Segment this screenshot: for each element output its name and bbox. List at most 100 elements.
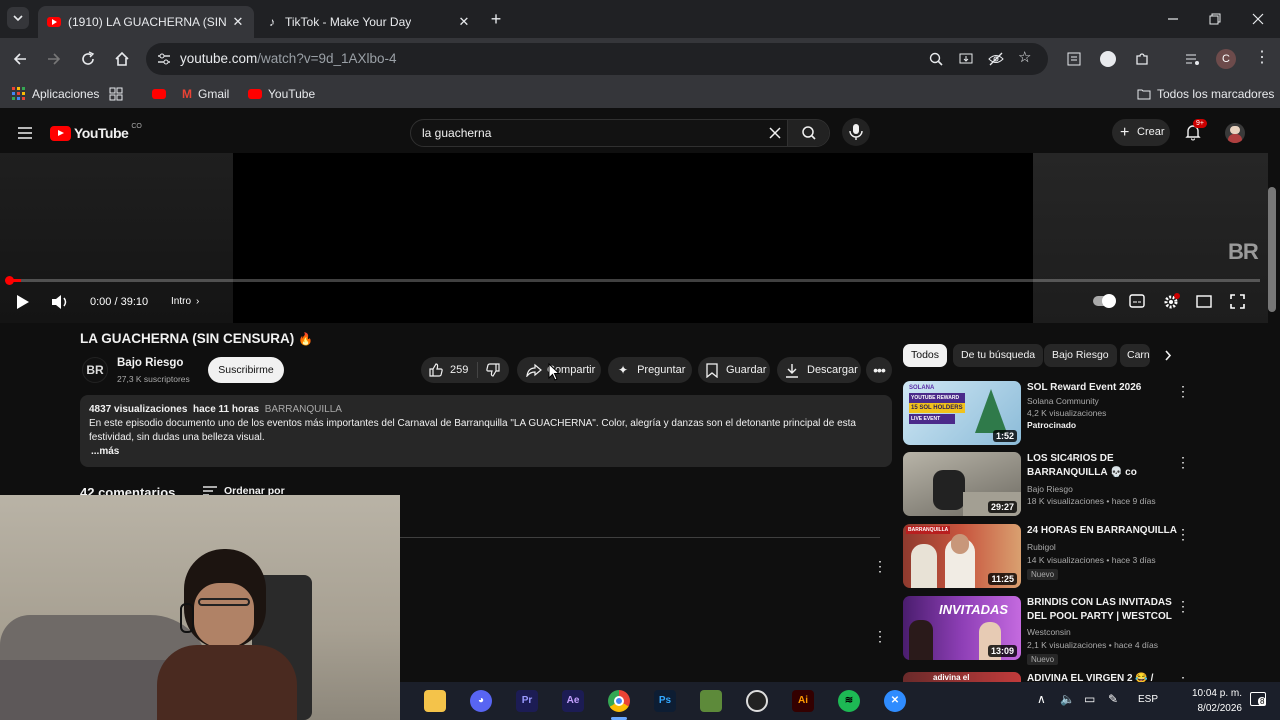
network-tray-icon[interactable]: ▭ bbox=[1084, 692, 1095, 706]
recommendation-item[interactable]: adivina el ADIVINA EL VIRGEN 2 😂 / ⋮ bbox=[903, 672, 1193, 682]
chip-carnaval[interactable]: Carn bbox=[1120, 344, 1150, 367]
tray-overflow-icon[interactable]: ∧ bbox=[1037, 692, 1046, 706]
video-thumbnail[interactable]: adivina el bbox=[903, 672, 1021, 682]
recommendation-channel[interactable]: Westconsin bbox=[1027, 626, 1071, 639]
recommendation-menu-icon[interactable]: ⋮ bbox=[1176, 526, 1190, 543]
recommendation-title[interactable]: LOS SIC4RIOS DE BARRANQUILLA 💀 co bbox=[1027, 452, 1177, 480]
subscribe-button[interactable]: Suscribirme bbox=[208, 357, 284, 383]
channel-name[interactable]: Bajo Riesgo bbox=[117, 357, 183, 369]
bookmark-star-icon[interactable]: ☆ bbox=[1018, 50, 1031, 66]
bookmark-all-folder[interactable]: Todos los marcadores bbox=[1137, 80, 1274, 108]
chip-from-search[interactable]: De tu búsqueda bbox=[953, 344, 1044, 367]
recommendation-title[interactable]: BRINDIS CON LAS INVITADAS DEL POOL PARTY… bbox=[1027, 596, 1177, 624]
address-bar[interactable]: youtube.com/watch?v=9d_1AXlbo-4 ☆ bbox=[146, 43, 1048, 75]
close-window-button[interactable] bbox=[1249, 10, 1267, 28]
tab-tiktok[interactable]: ♪ TikTok - Make Your Day ✕ bbox=[260, 6, 480, 38]
photoshop-icon[interactable]: Ps bbox=[654, 690, 676, 712]
tab-search-button[interactable] bbox=[7, 7, 29, 29]
pen-tray-icon[interactable]: ✎ bbox=[1108, 692, 1118, 706]
discord-icon[interactable]: ◕ bbox=[470, 690, 492, 712]
chapter-button[interactable]: Intro › bbox=[171, 296, 199, 307]
recommendation-item[interactable]: BARRANQUILLA 11:25 24 HORAS EN BARRANQUI… bbox=[903, 524, 1193, 588]
bookmark-gmail[interactable]: M Gmail bbox=[182, 80, 229, 108]
forward-button[interactable] bbox=[44, 49, 64, 69]
reload-button[interactable] bbox=[78, 49, 98, 69]
language-indicator[interactable]: ESP bbox=[1138, 694, 1158, 705]
video-thumbnail[interactable]: INVITADAS 13:09 bbox=[903, 596, 1021, 660]
progress-scrubber[interactable] bbox=[5, 276, 14, 285]
hamburger-menu-icon[interactable] bbox=[17, 126, 33, 140]
comment-menu-icon[interactable]: ⋮ bbox=[873, 558, 887, 575]
obs-icon[interactable] bbox=[746, 690, 768, 712]
fullscreen-icon[interactable] bbox=[1230, 294, 1245, 309]
illustrator-icon[interactable]: Ai bbox=[792, 690, 814, 712]
video-thumbnail[interactable]: 29:27 bbox=[903, 452, 1021, 516]
volume-button[interactable] bbox=[50, 293, 70, 311]
minimize-button[interactable] bbox=[1164, 10, 1182, 28]
new-tab-button[interactable]: + bbox=[486, 9, 506, 29]
extension-icon[interactable] bbox=[1100, 51, 1116, 67]
video-thumbnail[interactable]: SOLANA YOUTUBE REWARD 15 SOL HOLDERS LIV… bbox=[903, 381, 1021, 445]
reading-list-icon[interactable] bbox=[1066, 51, 1082, 67]
app-icon[interactable]: ✕ bbox=[884, 690, 906, 712]
channel-avatar[interactable]: BR bbox=[82, 357, 108, 383]
play-button[interactable] bbox=[15, 294, 31, 310]
show-more-link[interactable]: ...más bbox=[91, 445, 883, 459]
create-button[interactable]: + Crear bbox=[1112, 119, 1170, 146]
location-tag[interactable]: BARRANQUILLA bbox=[265, 404, 342, 415]
site-info-icon[interactable] bbox=[156, 52, 172, 66]
volume-tray-icon[interactable]: 🔈 bbox=[1060, 692, 1075, 706]
recommendation-item[interactable]: SOLANA YOUTUBE REWARD 15 SOL HOLDERS LIV… bbox=[903, 381, 1193, 445]
recommendation-menu-icon[interactable]: ⋮ bbox=[1176, 383, 1190, 400]
more-actions-button[interactable]: ••• bbox=[866, 357, 892, 383]
autoplay-toggle[interactable] bbox=[1093, 294, 1116, 308]
progress-bar[interactable] bbox=[5, 276, 1260, 285]
recommendation-item[interactable]: 29:27 LOS SIC4RIOS DE BARRANQUILLA 💀 co … bbox=[903, 452, 1193, 516]
bookmark-apps[interactable]: Aplicaciones bbox=[12, 80, 99, 108]
clock[interactable]: 10:04 p. m. 8/02/2026 bbox=[1172, 686, 1242, 716]
eye-off-icon[interactable] bbox=[988, 51, 1004, 67]
chips-next-button[interactable] bbox=[1158, 344, 1180, 367]
recommendation-channel[interactable]: Rubigol bbox=[1027, 541, 1056, 554]
spotify-icon[interactable]: ≋ bbox=[838, 690, 860, 712]
description-box[interactable]: 4837 visualizaciones hace 11 horas BARRA… bbox=[80, 395, 892, 467]
chrome-menu-icon[interactable]: ⋮ bbox=[1254, 48, 1270, 68]
close-tab-icon[interactable]: ✕ bbox=[230, 14, 246, 30]
home-button[interactable] bbox=[112, 49, 132, 69]
recommendation-menu-icon[interactable]: ⋮ bbox=[1176, 454, 1190, 471]
recommendation-title[interactable]: ADIVINA EL VIRGEN 2 😂 / bbox=[1027, 672, 1177, 682]
recommendation-item[interactable]: INVITADAS 13:09 BRINDIS CON LAS INVITADA… bbox=[903, 596, 1193, 665]
zoom-icon[interactable] bbox=[928, 51, 944, 67]
youtube-logo[interactable]: YouTube CO bbox=[50, 123, 142, 142]
search-input[interactable]: la guacherna bbox=[410, 119, 830, 147]
ask-button[interactable]: ✦ Preguntar bbox=[608, 357, 692, 383]
page-scrollbar[interactable] bbox=[1268, 187, 1276, 312]
premiere-pro-icon[interactable]: Pr bbox=[516, 690, 538, 712]
recommendation-title[interactable]: 24 HORAS EN BARRANQUILLA bbox=[1027, 524, 1177, 538]
extensions-puzzle-icon[interactable] bbox=[1134, 51, 1150, 67]
chip-channel[interactable]: Bajo Riesgo bbox=[1044, 344, 1117, 367]
bookmark-youtube-icon-only[interactable] bbox=[152, 80, 166, 108]
dislike-button[interactable] bbox=[485, 362, 501, 378]
channel-watermark[interactable]: BR bbox=[1228, 239, 1259, 265]
profile-avatar[interactable]: C bbox=[1216, 49, 1236, 69]
tab-youtube[interactable]: (1910) LA GUACHERNA (SIN CE ✕ bbox=[38, 6, 254, 38]
bookmark-youtube[interactable]: YouTube bbox=[248, 80, 315, 108]
notifications-button[interactable]: 9+ bbox=[1184, 119, 1207, 143]
notification-center-icon[interactable]: 8 bbox=[1250, 692, 1267, 706]
download-button[interactable]: Descargar bbox=[777, 357, 861, 383]
clear-search-icon[interactable] bbox=[768, 126, 782, 140]
settings-gear-icon[interactable] bbox=[1162, 293, 1180, 311]
recommendation-menu-icon[interactable]: ⋮ bbox=[1176, 598, 1190, 615]
video-player[interactable]: BR 0:00 / 39:10 Intro › bbox=[0, 153, 1268, 323]
chrome-icon[interactable] bbox=[608, 690, 630, 712]
subtitles-icon[interactable] bbox=[1129, 294, 1145, 308]
chip-todos[interactable]: Todos bbox=[903, 344, 948, 367]
after-effects-icon[interactable]: Ae bbox=[562, 690, 584, 712]
install-app-icon[interactable] bbox=[958, 51, 974, 67]
save-button[interactable]: Guardar bbox=[698, 357, 770, 383]
recommendation-menu-icon[interactable]: ⋮ bbox=[1176, 674, 1190, 682]
file-explorer-icon[interactable] bbox=[424, 690, 446, 712]
back-button[interactable] bbox=[10, 49, 30, 69]
minecraft-icon[interactable] bbox=[700, 690, 722, 712]
